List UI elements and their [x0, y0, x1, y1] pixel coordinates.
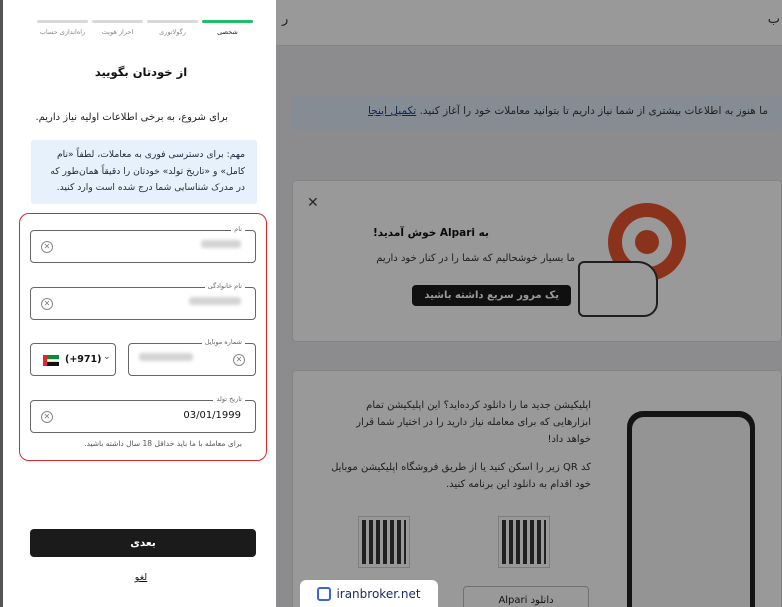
step-verification: احراز هویت — [92, 20, 143, 42]
next-button[interactable]: بعدی — [30, 529, 256, 557]
mobile-number-field[interactable]: شماره موبایل ✕ — [128, 338, 256, 376]
form-intro: برای شروع، به برخی اطلاعات اولیه نیاز دا… — [35, 112, 228, 123]
field-label: نام خانوادگی — [204, 282, 245, 290]
cancel-link[interactable]: لغو — [3, 572, 279, 583]
field-label: شماره موبایل — [201, 338, 245, 346]
first-name-value — [201, 240, 241, 251]
progress-stepper: شخصی رگولاتوری احراز هویت راه‌اندازی حسا… — [37, 20, 253, 42]
step-label: احراز هویت — [101, 28, 134, 36]
form-title: از خودتان بگویید — [94, 65, 188, 79]
check-chart-icon — [317, 586, 332, 601]
field-label: تاریخ تولد — [213, 395, 245, 403]
country-code-select[interactable]: (+971) ⌄ — [30, 343, 116, 376]
welcome-title: به Alpari خوش آمدید! — [373, 227, 489, 239]
step-label: راه‌اندازی حساب — [39, 28, 86, 36]
watermark-text: iranbroker.net — [336, 586, 421, 601]
clear-icon[interactable]: ✕ — [41, 298, 53, 310]
clear-icon[interactable]: ✕ — [41, 241, 53, 253]
banner-link[interactable]: تکمیل اینجا — [368, 105, 416, 117]
qr-code-icon — [498, 516, 550, 568]
welcome-card: ✕ به Alpari خوش آمدید! ما بسیار خوشحالیم… — [292, 180, 782, 342]
clear-icon[interactable]: ✕ — [41, 411, 53, 423]
app-download-card: اپلیکیشن جدید ما را دانلود کرده‌اید؟ این… — [292, 370, 782, 607]
field-label: نام — [231, 225, 245, 233]
last-name-field[interactable]: نام خانوادگی ✕ — [30, 282, 256, 320]
age-hint: برای معامله با ما باید حداقل 18 سال داشت… — [84, 439, 242, 448]
background-app: ر ب ما هنوز به اطلاعات بیشتری از شما نیا… — [276, 0, 782, 607]
mobile-number-value — [139, 353, 193, 364]
birth-date-field[interactable]: تاریخ تولد ✕ 03/01/1999 — [30, 395, 256, 433]
app-text-2: کد QR زیر را اسکن کنید یا از طریق فروشگا… — [331, 462, 591, 490]
topbar-right-text: ب — [767, 12, 780, 27]
registration-panel: شخصی رگولاتوری احراز هویت راه‌اندازی حسا… — [0, 0, 276, 607]
welcome-subtitle: ما بسیار خوشحالیم که شما را در کنار خود … — [376, 253, 575, 264]
step-label: رگولاتوری — [159, 28, 186, 36]
birth-date-value: 03/01/1999 — [183, 410, 241, 421]
banner-text: ما هنوز به اطلاعات بیشتری از شما نیاز دا… — [419, 105, 768, 117]
qr-code-icon — [358, 516, 410, 568]
first-name-field[interactable]: نام ✕ — [30, 225, 256, 263]
background-topbar: ر ب — [276, 0, 782, 46]
app-text-1: اپلیکیشن جدید ما را دانلود کرده‌اید؟ این… — [356, 400, 591, 445]
info-banner: ما هنوز به اطلاعات بیشتری از شما نیاز دا… — [292, 96, 782, 130]
last-name-value — [189, 297, 241, 308]
country-code: (+971) — [65, 354, 102, 365]
hand-illustration-icon — [578, 261, 658, 317]
topbar-left-text: ر — [282, 12, 289, 27]
important-notice: مهم: برای دسترسی فوری به معاملات، لطفاً … — [31, 140, 257, 204]
quick-tour-button[interactable]: یک مرور سریع داشته باشید — [412, 285, 571, 306]
step-account-setup: راه‌اندازی حساب — [37, 20, 88, 42]
close-icon[interactable]: ✕ — [307, 195, 319, 211]
step-regulatory: رگولاتوری — [147, 20, 198, 42]
store-download-button[interactable]: دانلود Alpari — [463, 586, 589, 607]
uae-flag-icon — [43, 355, 59, 366]
phone-illustration-icon — [627, 411, 755, 607]
step-personal: شخصی — [202, 20, 253, 42]
watermark: iranbroker.net — [300, 580, 438, 607]
clear-icon[interactable]: ✕ — [233, 354, 245, 366]
chevron-down-icon: ⌄ — [103, 352, 111, 362]
step-label: شخصی — [217, 28, 238, 36]
